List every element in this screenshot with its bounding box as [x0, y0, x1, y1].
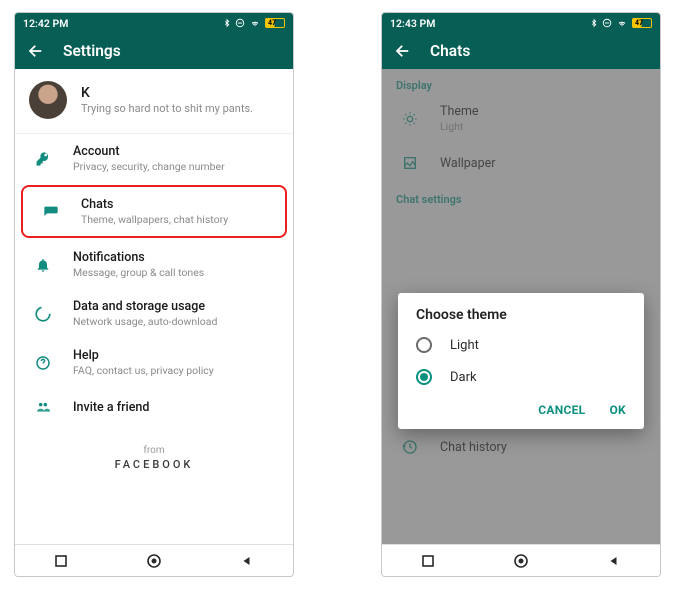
radio-checked-icon	[416, 369, 432, 385]
nav-recents[interactable]	[408, 555, 448, 567]
item-sub: Message, group & call tones	[73, 266, 204, 279]
bell-icon	[33, 255, 53, 275]
app-bar: Settings	[15, 33, 293, 69]
profile-name: K	[81, 85, 253, 101]
back-icon[interactable]	[394, 42, 412, 60]
nav-back[interactable]	[227, 555, 267, 567]
chats-content: Display Theme Light Wallpaper Chat setti…	[382, 69, 660, 544]
radio-unchecked-icon	[416, 337, 432, 353]
status-icons: 47	[223, 18, 285, 28]
phone-settings: 12:42 PM 47 Settings K Trying so hard no…	[14, 12, 294, 577]
settings-content: K Trying so hard not to shit my pants. A…	[15, 69, 293, 544]
nav-home[interactable]	[501, 553, 541, 569]
wifi-icon	[616, 18, 628, 28]
status-bar: 12:43 PM 47	[382, 13, 660, 33]
footer-from: from	[15, 445, 293, 456]
back-icon[interactable]	[27, 42, 45, 60]
item-sub: FAQ, contact us, privacy policy	[73, 364, 214, 377]
data-usage-icon	[33, 304, 53, 324]
radio-label: Dark	[450, 370, 477, 385]
avatar	[29, 81, 67, 119]
people-icon	[33, 397, 53, 417]
footer: from FACEBOOK	[15, 427, 293, 489]
theme-option-light[interactable]: Light	[398, 329, 644, 361]
nav-home[interactable]	[134, 553, 174, 569]
item-title: Account	[73, 144, 225, 159]
wifi-icon	[249, 18, 261, 28]
profile-row[interactable]: K Trying so hard not to shit my pants.	[15, 69, 293, 134]
settings-item-notifications[interactable]: Notifications Message, group & call tone…	[15, 240, 293, 289]
key-icon	[33, 149, 53, 169]
battery-icon: 47	[265, 18, 285, 28]
item-sub: Privacy, security, change number	[73, 160, 225, 173]
status-icons: 47	[590, 18, 652, 28]
dialog-title: Choose theme	[398, 307, 644, 329]
item-sub: Theme, wallpapers, chat history	[81, 213, 228, 226]
dnd-icon	[602, 18, 612, 28]
settings-item-data[interactable]: Data and storage usage Network usage, au…	[15, 289, 293, 338]
bluetooth-icon	[223, 18, 231, 28]
status-bar: 12:42 PM 47	[15, 13, 293, 33]
appbar-title: Settings	[63, 42, 121, 60]
android-navbar	[382, 544, 660, 576]
profile-status: Trying so hard not to shit my pants.	[81, 102, 253, 115]
item-title: Data and storage usage	[73, 299, 217, 314]
nav-back[interactable]	[594, 555, 634, 567]
settings-item-help[interactable]: Help FAQ, contact us, privacy policy	[15, 338, 293, 387]
radio-label: Light	[450, 338, 479, 353]
battery-icon: 47	[632, 18, 652, 28]
dnd-icon	[235, 18, 245, 28]
settings-item-account[interactable]: Account Privacy, security, change number	[15, 134, 293, 183]
phone-chats-dialog: 12:43 PM 47 Chats Display Theme Light Wa…	[381, 12, 661, 577]
help-icon	[33, 353, 53, 373]
bluetooth-icon	[590, 18, 598, 28]
status-time: 12:43 PM	[390, 17, 435, 30]
android-navbar	[15, 544, 293, 576]
footer-brand: FACEBOOK	[15, 458, 293, 471]
settings-item-invite[interactable]: Invite a friend	[15, 387, 293, 427]
item-sub: Network usage, auto-download	[73, 315, 217, 328]
item-title: Notifications	[73, 250, 204, 265]
theme-option-dark[interactable]: Dark	[398, 361, 644, 393]
appbar-title: Chats	[430, 42, 470, 60]
ok-button[interactable]: OK	[609, 403, 626, 417]
cancel-button[interactable]: CANCEL	[538, 403, 585, 417]
item-title: Invite a friend	[73, 400, 149, 415]
settings-item-chats[interactable]: Chats Theme, wallpapers, chat history	[21, 185, 287, 238]
nav-recents[interactable]	[41, 555, 81, 567]
item-title: Help	[73, 348, 214, 363]
item-title: Chats	[81, 197, 228, 212]
app-bar: Chats	[382, 33, 660, 69]
status-time: 12:42 PM	[23, 17, 68, 30]
theme-dialog: Choose theme Light Dark CANCEL OK	[398, 293, 644, 429]
chat-icon	[41, 202, 61, 222]
